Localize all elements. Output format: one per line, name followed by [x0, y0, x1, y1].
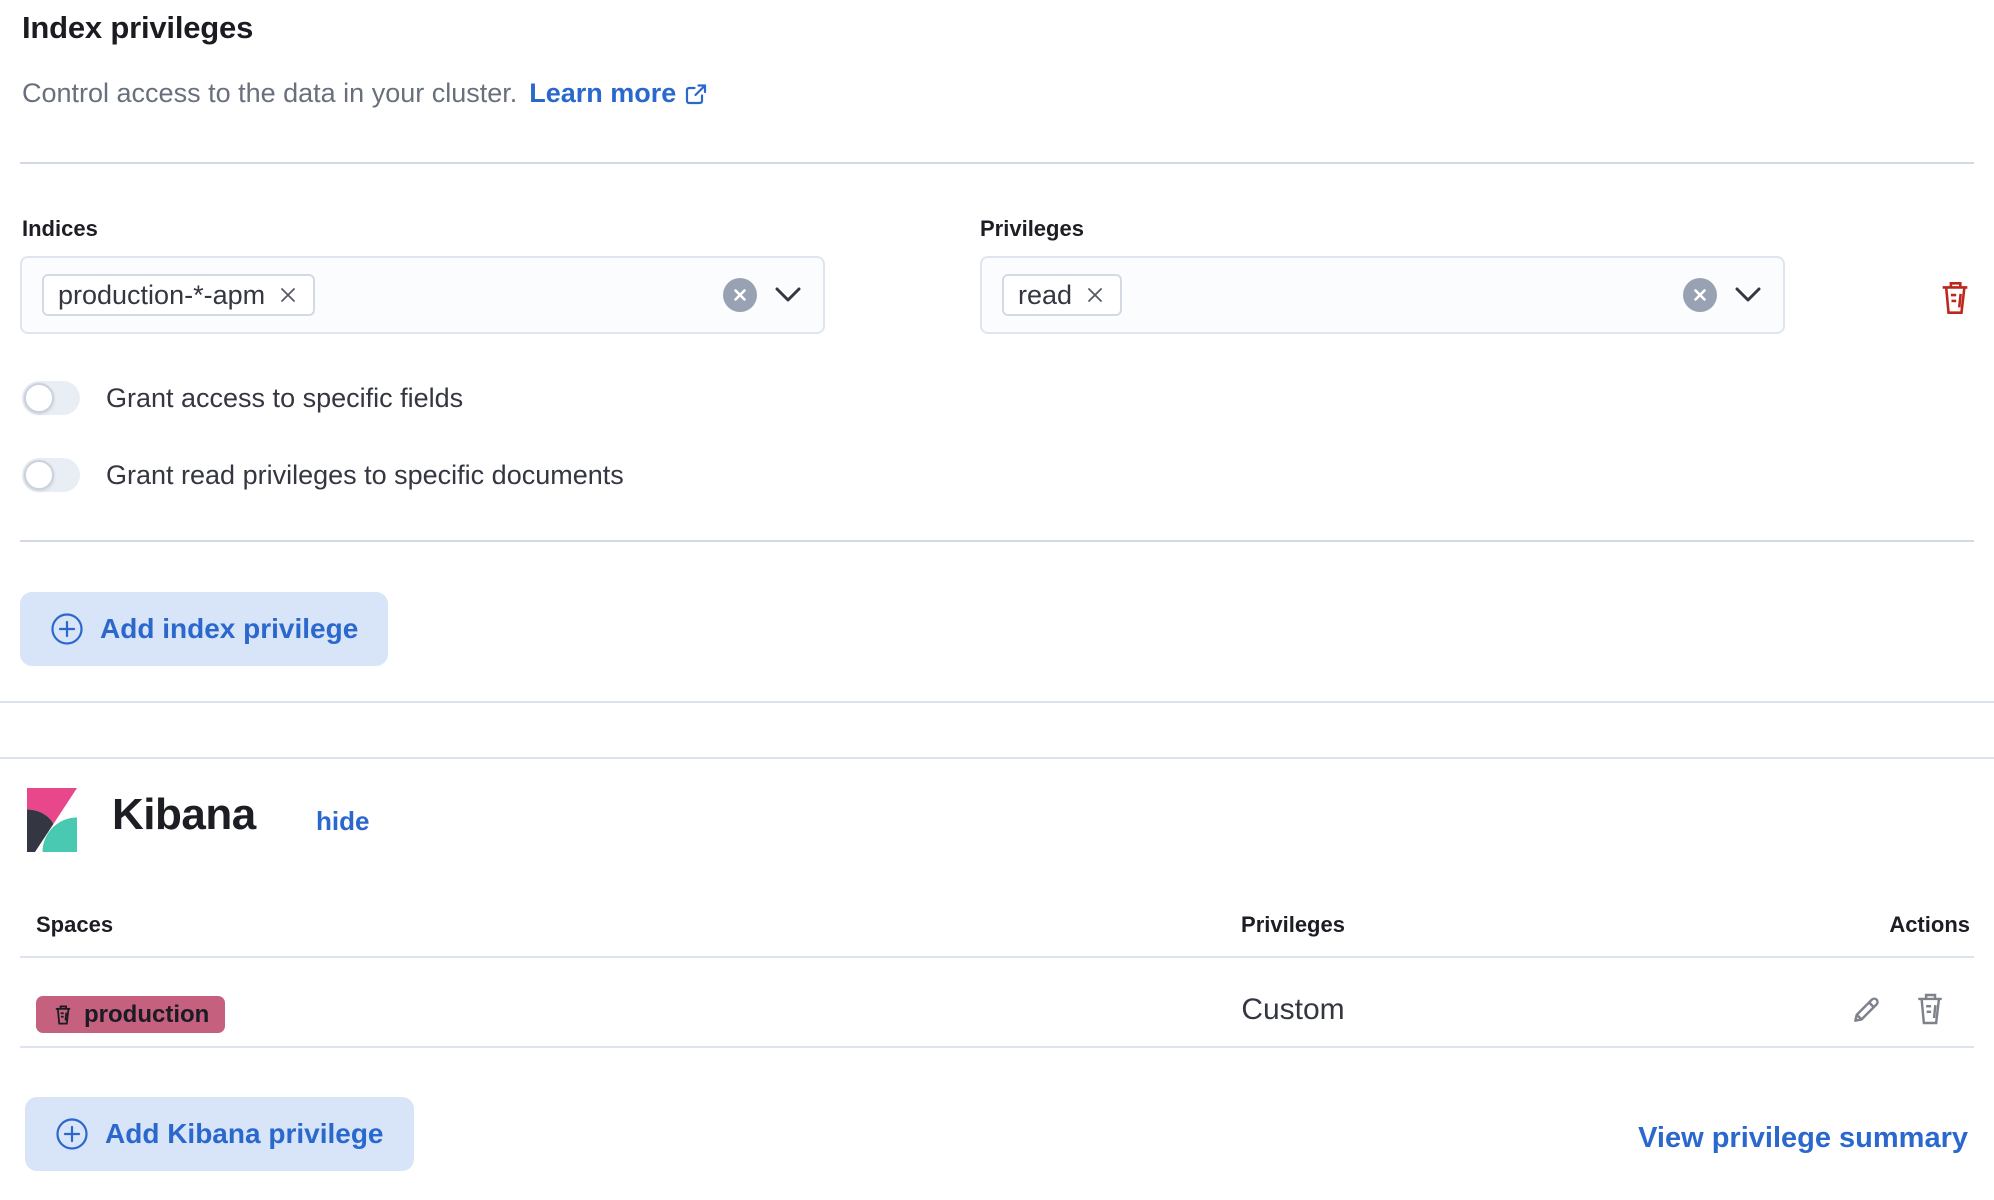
column-header-spaces: Spaces	[36, 912, 113, 938]
description-text: Control access to the data in your clust…	[22, 78, 517, 109]
hide-kibana-link[interactable]: hide	[316, 806, 369, 837]
panel-divider	[0, 701, 1994, 703]
plus-circle-icon	[50, 612, 84, 646]
grant-documents-row: Grant read privileges to specific docume…	[22, 458, 624, 492]
external-link-icon	[684, 82, 708, 106]
clear-x-icon	[1692, 287, 1708, 303]
learn-more-link[interactable]: Learn more	[529, 78, 708, 109]
divider	[20, 162, 1974, 164]
chevron-down-icon[interactable]	[1733, 285, 1763, 305]
grant-fields-row: Grant access to specific fields	[22, 381, 463, 415]
kibana-heading: Kibana	[112, 790, 256, 840]
index-privileges-description: Control access to the data in your clust…	[22, 78, 708, 109]
space-badge-label: production	[84, 1001, 209, 1029]
privilege-cell: Custom	[1168, 993, 1418, 1027]
toggle-knob	[24, 460, 54, 490]
toggle-knob	[24, 383, 54, 413]
remove-privilege-pill-icon[interactable]	[1084, 284, 1106, 306]
grant-fields-toggle[interactable]	[22, 381, 80, 415]
panel-divider	[0, 757, 1994, 759]
combo-controls	[723, 278, 803, 312]
space-badge-production[interactable]: production	[36, 996, 225, 1033]
kibana-logo	[27, 788, 77, 852]
clear-privileges-button[interactable]	[1683, 278, 1717, 312]
grant-documents-toggle[interactable]	[22, 458, 80, 492]
plus-circle-icon	[55, 1117, 89, 1151]
add-index-privilege-label: Add index privilege	[100, 613, 358, 645]
learn-more-label: Learn more	[529, 78, 676, 109]
trash-icon	[1912, 990, 1948, 1028]
remove-index-pill-icon[interactable]	[277, 284, 299, 306]
privileges-combobox[interactable]: read	[980, 256, 1785, 334]
combo-controls	[1683, 278, 1763, 312]
clear-x-icon	[732, 287, 748, 303]
column-header-actions: Actions	[1889, 912, 1970, 938]
chevron-down-icon[interactable]	[773, 285, 803, 305]
index-privileges-title: Index privileges	[22, 10, 253, 46]
pencil-icon	[1848, 992, 1884, 1028]
divider	[20, 540, 1974, 542]
delete-index-privilege-button[interactable]	[1936, 278, 1974, 318]
view-privilege-summary-link[interactable]: View privilege summary	[1638, 1122, 1968, 1155]
privileges-label: Privileges	[980, 216, 1084, 242]
clear-indices-button[interactable]	[723, 278, 757, 312]
privilege-pill-label: read	[1018, 280, 1072, 311]
add-kibana-privilege-button[interactable]: Add Kibana privilege	[25, 1097, 414, 1171]
role-editor-page: Index privileges Control access to the d…	[0, 0, 1994, 1200]
trash-icon	[52, 1003, 74, 1027]
add-kibana-privilege-label: Add Kibana privilege	[105, 1118, 384, 1150]
delete-space-privilege-button[interactable]	[1912, 990, 1948, 1028]
add-index-privilege-button[interactable]: Add index privilege	[20, 592, 388, 666]
trash-icon	[1936, 278, 1974, 318]
indices-combobox[interactable]: production-*-apm	[20, 256, 825, 334]
indices-label: Indices	[22, 216, 98, 242]
index-pill: production-*-apm	[42, 274, 315, 316]
privilege-pill: read	[1002, 274, 1122, 316]
column-header-privileges: Privileges	[1213, 912, 1373, 938]
table-header-border	[20, 956, 1974, 958]
grant-documents-label: Grant read privileges to specific docume…	[106, 460, 624, 491]
table-row-border	[20, 1046, 1974, 1048]
grant-fields-label: Grant access to specific fields	[106, 383, 463, 414]
index-pill-label: production-*-apm	[58, 280, 265, 311]
edit-space-privilege-button[interactable]	[1848, 992, 1884, 1028]
